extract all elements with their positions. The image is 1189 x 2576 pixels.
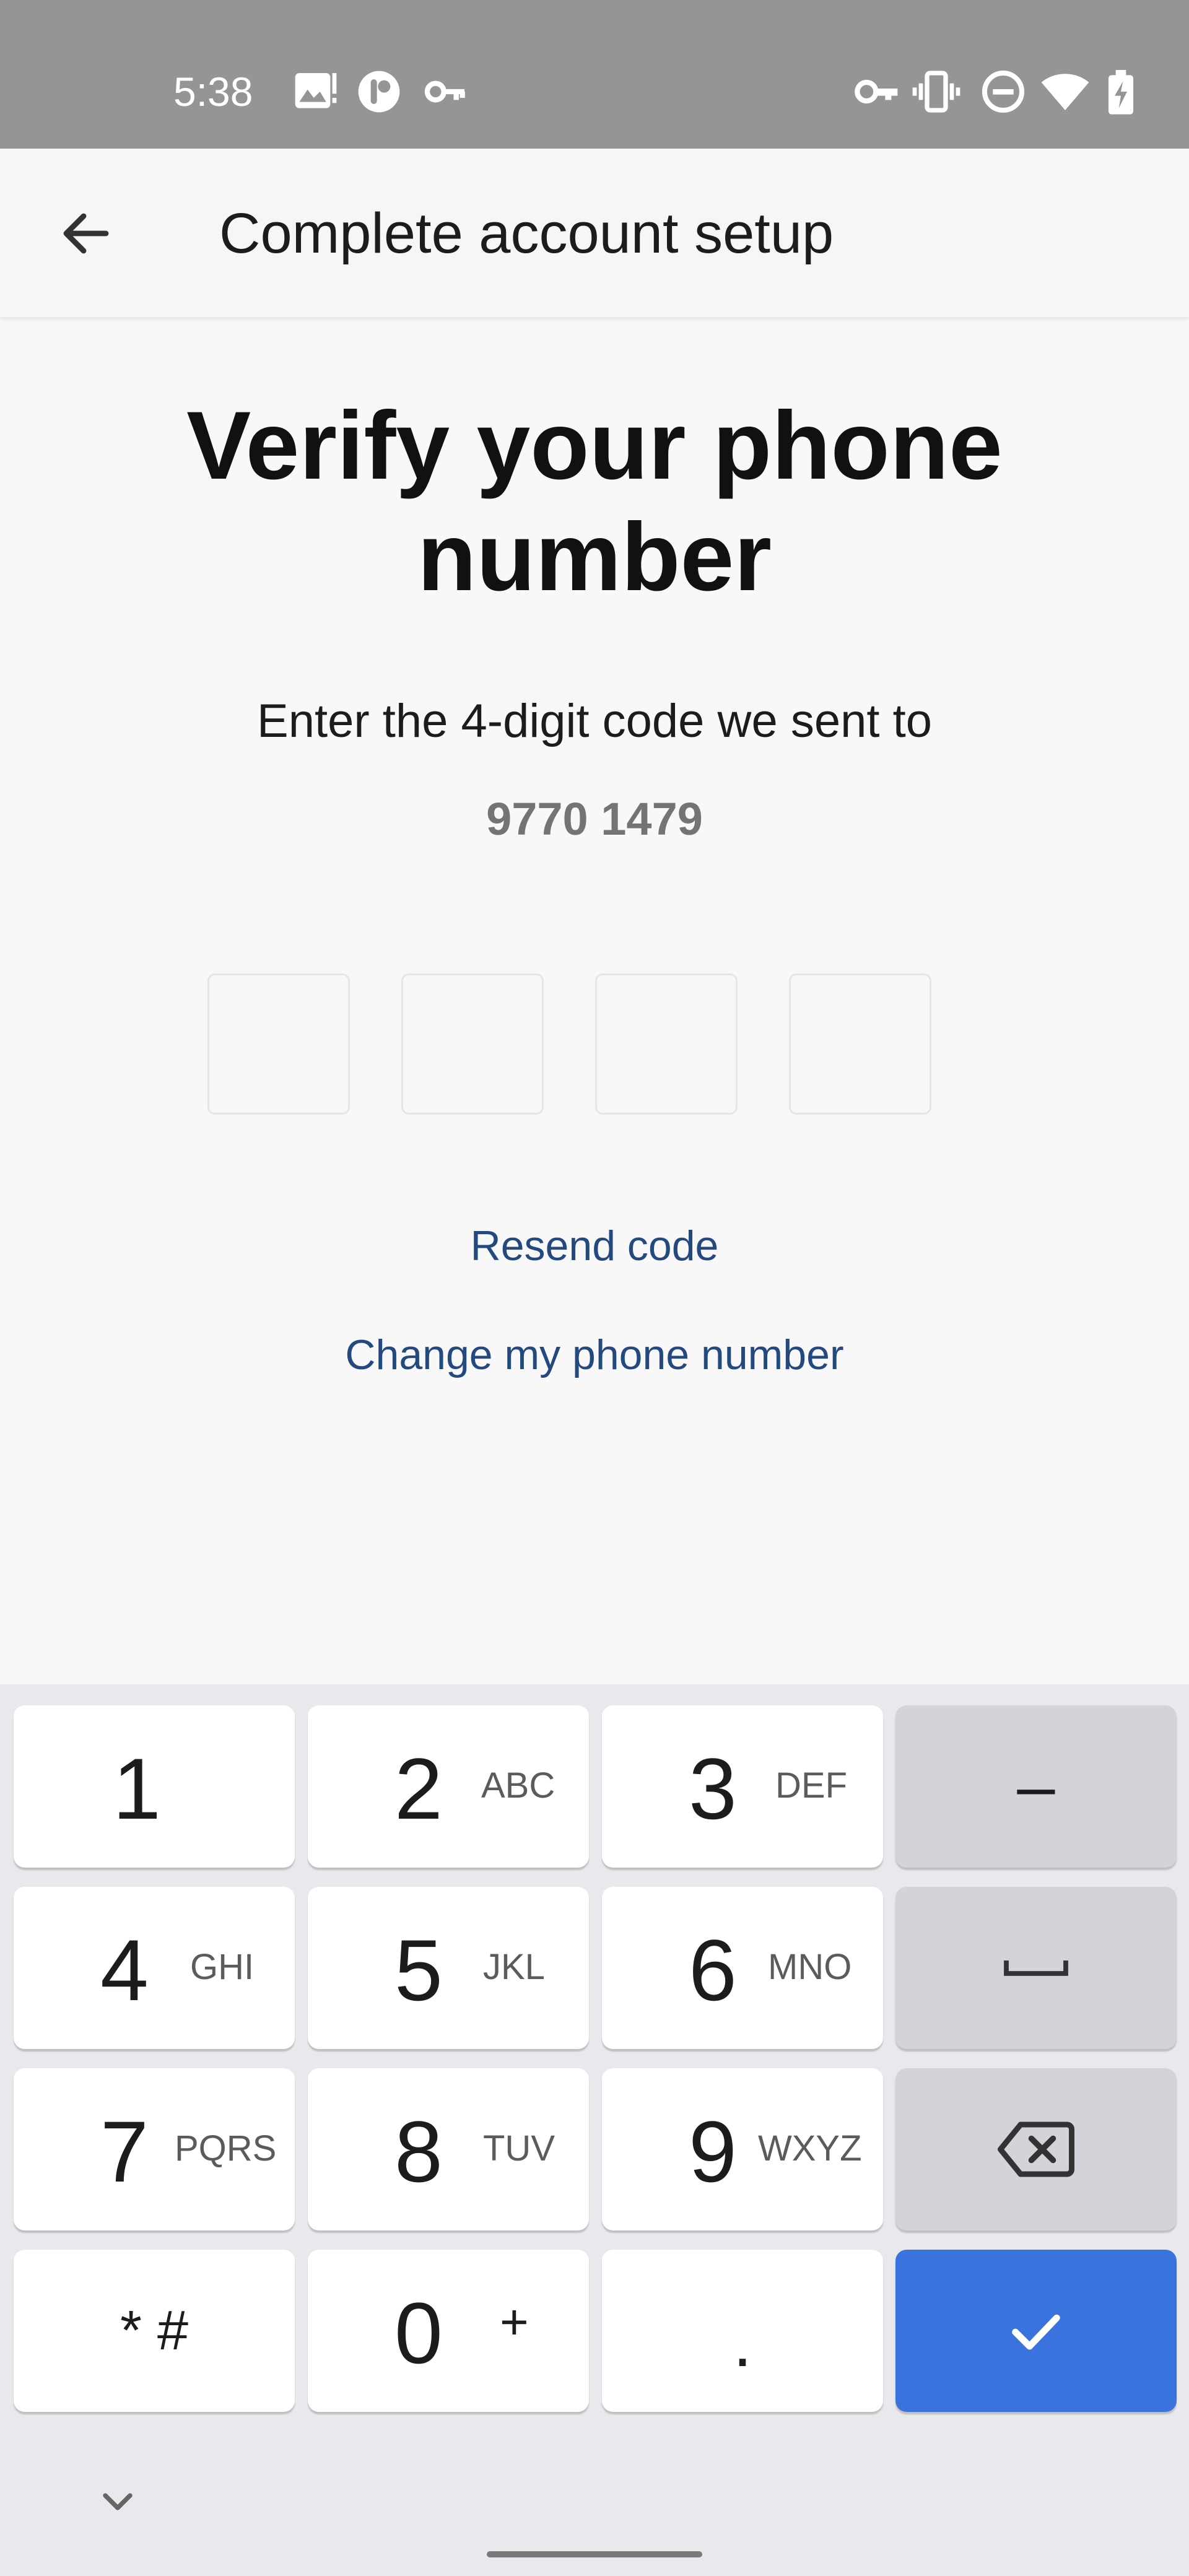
key-backspace[interactable]	[895, 2068, 1177, 2230]
key-7-digit: 7	[100, 2103, 149, 2200]
key-8-digit: 8	[394, 2103, 443, 2200]
backspace-icon	[998, 2121, 1074, 2177]
status-time: 5:38	[173, 69, 253, 115]
wifi-icon	[1041, 74, 1089, 110]
checkmark-icon	[1012, 2314, 1060, 2350]
key-3-letters: DEF	[775, 1765, 847, 1806]
key-6[interactable]: 6 MNO	[602, 1887, 883, 2049]
code-digit-2-input[interactable]	[401, 973, 544, 1115]
arrow-left-icon	[63, 213, 109, 254]
instruction-text: Enter the 4-digit code we sent to	[257, 695, 932, 747]
key-minus-label: –	[1017, 1748, 1055, 1824]
key-1-digit: 1	[113, 1740, 161, 1837]
key-5-digit: 5	[394, 1921, 443, 2019]
key-star-hash-label: * #	[120, 2300, 189, 2362]
key-4[interactable]: 4 GHI	[14, 1887, 295, 2049]
app-bar: Complete account setup	[0, 149, 1189, 317]
key-1[interactable]: 1	[14, 1705, 295, 1868]
image-icon	[295, 73, 337, 108]
vpn-key-icon	[855, 79, 898, 104]
do-not-disturb-icon	[982, 71, 1024, 113]
key-0[interactable]: 0 +	[308, 2250, 589, 2412]
key-9-letters: WXYZ	[758, 2128, 862, 2169]
key-5-letters: JKL	[483, 1947, 545, 1987]
key-9-digit: 9	[689, 2103, 737, 2200]
key-space[interactable]	[895, 1887, 1177, 2049]
space-bar-icon	[1004, 1960, 1068, 1976]
numeric-keyboard: 1 2 ABC 3 DEF – 4 GHI 5 JKL 6 MNO 7 PQRS…	[0, 1684, 1189, 2576]
key-2[interactable]: 2 ABC	[308, 1705, 589, 1868]
code-digit-4-input[interactable]	[789, 973, 931, 1115]
resend-code-link[interactable]: Resend code	[0, 1215, 1189, 1277]
key-5[interactable]: 5 JKL	[308, 1887, 589, 2049]
key-6-letters: MNO	[768, 1947, 852, 1987]
key-7[interactable]: 7 PQRS	[14, 2068, 295, 2230]
key-3-digit: 3	[689, 1740, 737, 1837]
verify-heading: Verify your phone number	[186, 392, 1003, 611]
key-star-hash[interactable]: * #	[14, 2250, 295, 2412]
code-digit-1-input[interactable]	[207, 973, 350, 1115]
page-title: Complete account setup	[219, 202, 834, 265]
chevron-down-icon[interactable]	[93, 2483, 142, 2520]
change-phone-link[interactable]: Change my phone number	[0, 1324, 1189, 1386]
app-icon	[358, 71, 400, 113]
key-8[interactable]: 8 TUV	[308, 2068, 589, 2230]
key-icon	[424, 80, 465, 103]
key-dot-label: .	[733, 2305, 752, 2381]
key-minus[interactable]: –	[895, 1705, 1177, 1868]
key-dot[interactable]: .	[602, 2250, 883, 2412]
key-4-digit: 4	[100, 1921, 149, 2019]
key-0-digit: 0	[394, 2284, 443, 2382]
back-button[interactable]	[40, 193, 133, 274]
gesture-navigation-bar[interactable]	[487, 2551, 702, 2557]
code-digit-3-input[interactable]	[595, 973, 738, 1115]
phone-number: 9770 1479	[486, 793, 703, 845]
key-9[interactable]: 9 WXYZ	[602, 2068, 883, 2230]
battery-charging-icon	[1108, 70, 1133, 115]
key-8-letters: TUV	[483, 2128, 555, 2169]
key-2-letters: ABC	[481, 1765, 555, 1806]
status-bar: 5:38	[0, 0, 1189, 149]
done-button[interactable]	[895, 2250, 1177, 2412]
key-3[interactable]: 3 DEF	[602, 1705, 883, 1868]
key-0-plus: +	[500, 2294, 529, 2349]
key-7-letters: PQRS	[175, 2128, 277, 2169]
vibrate-icon	[912, 71, 960, 113]
key-4-letters: GHI	[190, 1947, 255, 1987]
key-2-digit: 2	[394, 1740, 443, 1837]
key-6-digit: 6	[689, 1921, 737, 2019]
